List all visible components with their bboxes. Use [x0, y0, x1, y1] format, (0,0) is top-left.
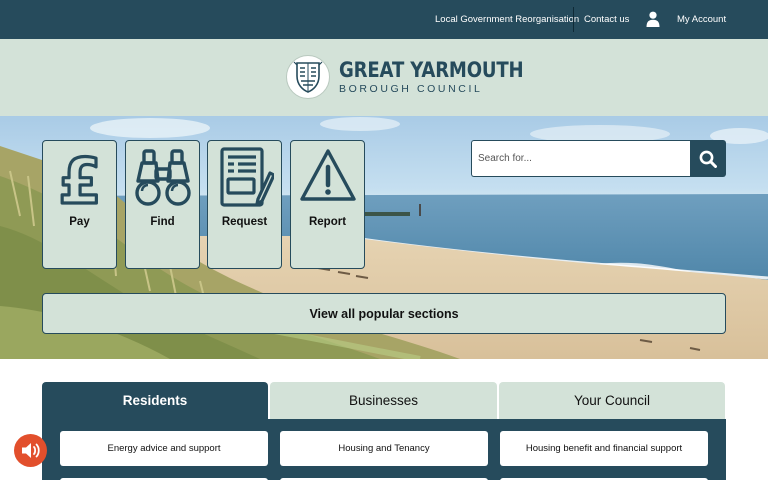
find-tile[interactable]: Find	[125, 140, 200, 269]
search-button[interactable]	[690, 140, 726, 177]
site-header: GREAT YARMOUTH BOROUGH COUNCIL	[0, 39, 768, 116]
binoculars-icon	[135, 149, 191, 206]
top-bar: Local Government Reorganisation Contact …	[0, 0, 768, 39]
search-icon	[699, 150, 717, 168]
pay-tile[interactable]: £ Pay	[42, 140, 117, 269]
form-icon	[220, 147, 274, 207]
request-tile[interactable]: Request	[207, 140, 282, 269]
user-icon[interactable]	[646, 11, 660, 27]
council-logo[interactable]: GREAT YARMOUTH BOROUGH COUNCIL	[286, 55, 554, 99]
top-bar-divider	[573, 7, 574, 32]
pay-label: Pay	[69, 216, 90, 228]
view-all-popular-sections-button[interactable]: View all popular sections	[42, 293, 726, 334]
local-government-reorganisation-link[interactable]: Local Government Reorganisation	[435, 0, 579, 39]
svg-text:£: £	[58, 147, 101, 209]
audio-button[interactable]	[14, 434, 47, 467]
find-label: Find	[150, 216, 175, 228]
speaker-icon	[22, 443, 40, 458]
contact-us-link[interactable]: Contact us	[584, 0, 629, 39]
pound-icon: £	[57, 147, 103, 209]
my-account-link[interactable]: My Account	[677, 0, 726, 39]
search-input[interactable]	[471, 140, 690, 177]
request-label: Request	[221, 216, 268, 228]
logo-subtitle: BOROUGH COUNCIL	[339, 82, 483, 95]
logo-title: GREAT YARMOUTH	[339, 57, 524, 82]
warning-icon	[300, 149, 356, 201]
housing-benefit-link[interactable]: Housing benefit and financial support	[500, 431, 708, 466]
energy-advice-link[interactable]: Energy advice and support	[60, 431, 268, 466]
tab-your-council[interactable]: Your Council	[499, 382, 725, 419]
housing-and-tenancy-link[interactable]: Housing and Tenancy	[280, 431, 488, 466]
report-label: Report	[308, 216, 347, 228]
report-tile[interactable]: Report	[290, 140, 365, 269]
tab-businesses[interactable]: Businesses	[270, 382, 497, 419]
council-crest	[286, 55, 330, 99]
tab-residents[interactable]: Residents	[42, 382, 268, 419]
